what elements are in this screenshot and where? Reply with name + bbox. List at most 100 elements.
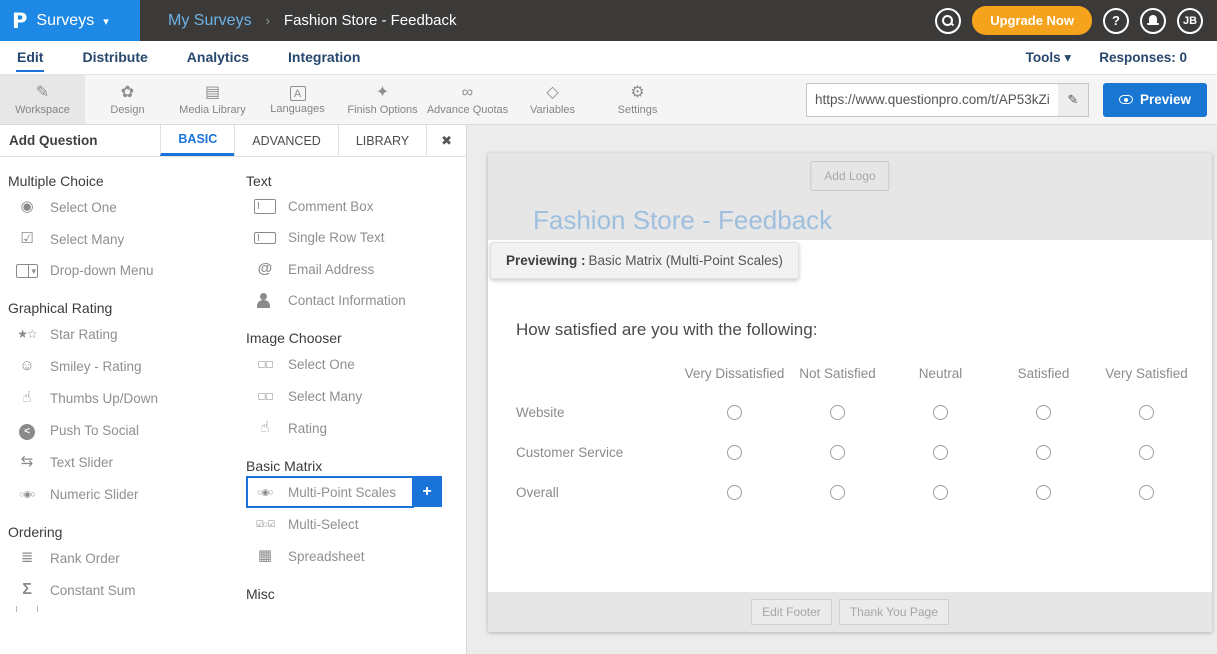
responses-count[interactable]: Responses: 0 bbox=[1099, 50, 1187, 65]
matrix-row-label: Customer Service bbox=[516, 432, 683, 472]
toolbar-item-languages[interactable]: ALanguages bbox=[255, 75, 340, 124]
matrix-radio[interactable] bbox=[1139, 405, 1154, 420]
panel-tabs: BASICADVANCEDLIBRARY bbox=[160, 125, 426, 156]
question-type-select-one[interactable]: ▢▢Select One bbox=[246, 348, 466, 380]
matrix-radio[interactable] bbox=[1036, 445, 1051, 460]
breadcrumb-separator-icon: › bbox=[266, 13, 270, 28]
question-type-label: Text Slider bbox=[50, 455, 113, 470]
panel-tab-library[interactable]: LIBRARY bbox=[338, 125, 426, 156]
edit-footer-button[interactable]: Edit Footer bbox=[751, 599, 832, 625]
question-type-rating[interactable]: ☝Rating bbox=[246, 412, 466, 444]
close-icon: ✖ bbox=[441, 133, 452, 149]
question-type-drop-down-menu[interactable]: Drop-down Menu bbox=[8, 255, 233, 286]
matrix-radio[interactable] bbox=[727, 405, 742, 420]
preview-button[interactable]: Preview bbox=[1103, 83, 1207, 117]
question-type-select-one[interactable]: ◉Select One bbox=[8, 191, 233, 223]
question-type-constant-sum[interactable]: ΣConstant Sum bbox=[8, 574, 233, 606]
question-type-rank-order[interactable]: ≣Rank Order bbox=[8, 542, 233, 574]
matrix-radio[interactable] bbox=[933, 405, 948, 420]
question-type-label: Thumbs Up/Down bbox=[50, 391, 158, 406]
survey-url-input[interactable] bbox=[807, 84, 1058, 116]
section-heading: Basic Matrix bbox=[246, 458, 466, 474]
matrix-radio[interactable] bbox=[830, 405, 845, 420]
add-question-header: Add Question BASICADVANCEDLIBRARY ✖ bbox=[0, 125, 466, 157]
matrix-radio[interactable] bbox=[1139, 485, 1154, 500]
question-type-select-many[interactable]: ☑ Select Many bbox=[8, 223, 233, 255]
multi-select-icon: ☑○☑ bbox=[254, 516, 276, 532]
notifications-button[interactable] bbox=[1140, 8, 1166, 34]
question-type-column-1: Multiple Choice◉Select One☑Select ManyDr… bbox=[0, 163, 233, 654]
nav-tab-distribute[interactable]: Distribute bbox=[81, 43, 148, 72]
help-button[interactable]: ? bbox=[1103, 8, 1129, 34]
question-type-text-slider[interactable]: ⇆Text Slider bbox=[8, 446, 233, 478]
nav-tab-edit[interactable]: Edit bbox=[16, 43, 44, 72]
toolbar-item-advance-quotas[interactable]: ∞Advance Quotas bbox=[425, 75, 510, 124]
matrix-radio[interactable] bbox=[727, 485, 742, 500]
select-many-icon: ☑ bbox=[16, 231, 38, 247]
matrix-radio[interactable] bbox=[830, 445, 845, 460]
question-type-numeric-slider[interactable]: ○◉○Numeric Slider bbox=[8, 478, 233, 510]
question-type-label: Rating bbox=[288, 421, 327, 436]
media-library-icon: ▤ bbox=[205, 83, 220, 102]
toolbar-item-settings[interactable]: ⚙Settings bbox=[595, 75, 680, 124]
multi-point-scales-icon: ○◉○ bbox=[254, 484, 276, 500]
question-type-single-row-text[interactable]: Single Row Text bbox=[246, 222, 466, 253]
languages-icon: A bbox=[290, 86, 306, 101]
section-heading: Image Chooser bbox=[246, 330, 466, 346]
question-type-spreadsheet[interactable]: ▦Spreadsheet bbox=[246, 540, 466, 572]
matrix-radio[interactable] bbox=[830, 485, 845, 500]
question-type-multi-point-scales[interactable]: ○◉○Multi-Point Scales+ bbox=[246, 476, 414, 508]
select-one-icon: ◉ bbox=[16, 199, 38, 215]
section-multiple-choice: Multiple Choice◉Select One☑Select ManyDr… bbox=[8, 173, 233, 286]
search-button[interactable] bbox=[935, 8, 961, 34]
upgrade-now-button[interactable]: Upgrade Now bbox=[972, 6, 1092, 35]
question-type-partial[interactable] bbox=[8, 606, 233, 612]
question-type-select-many[interactable]: ▢▢Select Many bbox=[246, 380, 466, 412]
question-type-label: Comment Box bbox=[288, 199, 374, 214]
toolbar-item-variables[interactable]: ◇Variables bbox=[510, 75, 595, 124]
matrix-row-label: Website bbox=[516, 392, 683, 432]
matrix-radio[interactable] bbox=[1036, 405, 1051, 420]
survey-title[interactable]: Fashion Store - Feedback bbox=[533, 205, 832, 236]
add-question-type-button[interactable]: + bbox=[412, 476, 442, 507]
question-type-comment-box[interactable]: Comment Box bbox=[246, 191, 466, 222]
question-type-email-address[interactable]: @Email Address bbox=[246, 253, 466, 285]
finish-options-icon: ✦ bbox=[376, 83, 389, 102]
toolbar-item-workspace[interactable]: ✎Workspace bbox=[0, 75, 85, 124]
question-type-thumbs-up-down[interactable]: ☝Thumbs Up/Down bbox=[8, 382, 233, 414]
nav-tab-analytics[interactable]: Analytics bbox=[186, 43, 250, 72]
breadcrumb-my-surveys[interactable]: My Surveys bbox=[168, 12, 252, 30]
question-type-star-rating[interactable]: ★☆Star Rating bbox=[8, 318, 233, 350]
matrix-radio[interactable] bbox=[933, 445, 948, 460]
toolbar-item-design[interactable]: ✿Design bbox=[85, 75, 170, 124]
dropdown-menu-icon bbox=[16, 264, 38, 278]
question-type-push-to-social[interactable]: Push To Social bbox=[8, 414, 233, 446]
avatar[interactable]: JB bbox=[1177, 8, 1203, 34]
toolbar-item-finish-options[interactable]: ✦Finish Options bbox=[340, 75, 425, 124]
question-type-multi-select[interactable]: ☑○☑Multi-Select bbox=[246, 508, 466, 540]
matrix-radio[interactable] bbox=[933, 485, 948, 500]
survey-card-footer: Edit Footer Thank You Page bbox=[488, 592, 1212, 632]
matrix-column-header: Satisfied bbox=[992, 354, 1095, 392]
previewing-value: Basic Matrix (Multi-Point Scales) bbox=[589, 253, 783, 268]
close-panel-button[interactable]: ✖ bbox=[426, 125, 466, 156]
toolbar-item-media-library[interactable]: ▤Media Library bbox=[170, 75, 255, 124]
panel-tab-advanced[interactable]: ADVANCED bbox=[234, 125, 338, 156]
matrix-radio[interactable] bbox=[1139, 445, 1154, 460]
nav-tab-integration[interactable]: Integration bbox=[287, 43, 361, 72]
product-switcher[interactable]: P Surveys ▾ bbox=[0, 0, 140, 41]
matrix-radio[interactable] bbox=[727, 445, 742, 460]
question-type-contact-information[interactable]: Contact Information bbox=[246, 285, 466, 316]
thank-you-page-button[interactable]: Thank You Page bbox=[839, 599, 949, 625]
matrix-radio[interactable] bbox=[1036, 485, 1051, 500]
question-type-label: Select Many bbox=[288, 389, 362, 404]
panel-tab-basic[interactable]: BASIC bbox=[160, 125, 234, 156]
question-title[interactable]: How satisfied are you with the following… bbox=[516, 320, 1212, 340]
question-type-label: Select Many bbox=[50, 232, 124, 247]
search-icon bbox=[942, 15, 954, 27]
edit-url-button[interactable]: ✎ bbox=[1058, 84, 1088, 116]
tools-menu[interactable]: Tools ▾ bbox=[1026, 50, 1072, 66]
add-question-title: Add Question bbox=[0, 125, 160, 156]
question-type-smiley-rating[interactable]: ☺Smiley - Rating bbox=[8, 350, 233, 382]
add-logo-button[interactable]: Add Logo bbox=[810, 161, 889, 191]
